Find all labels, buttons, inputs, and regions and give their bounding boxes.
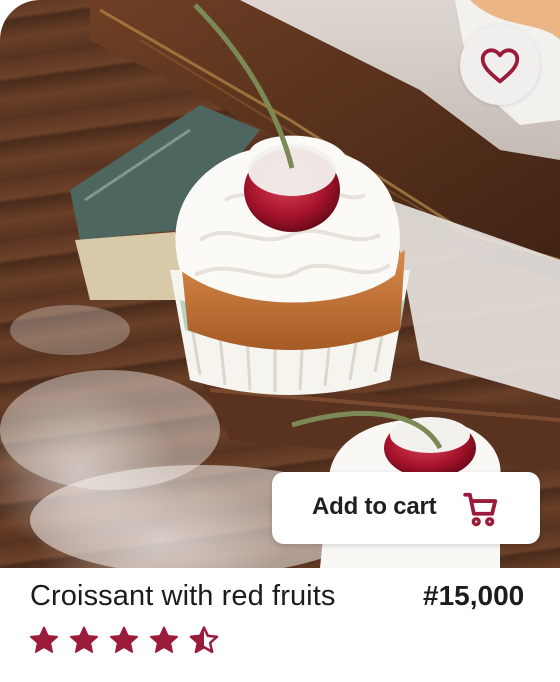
star-full-icon [110,626,138,653]
product-price: #15,000 [423,580,525,611]
add-to-cart-label: Add to cart [312,493,437,520]
heart-outline-icon [480,48,520,84]
product-rating [29,624,219,660]
star-full-icon [30,626,58,653]
star-half-icon [189,626,219,654]
shopping-cart-icon [463,492,498,527]
add-to-cart-button[interactable]: Add to cart [272,472,540,544]
star-full-icon [70,626,98,653]
star-full-icon [150,626,178,653]
product-name: Croissant with red fruits [30,580,336,612]
favorite-button[interactable] [460,25,540,105]
product-card[interactable]: Add to cart Croissant with red fruits #1… [0,0,560,682]
